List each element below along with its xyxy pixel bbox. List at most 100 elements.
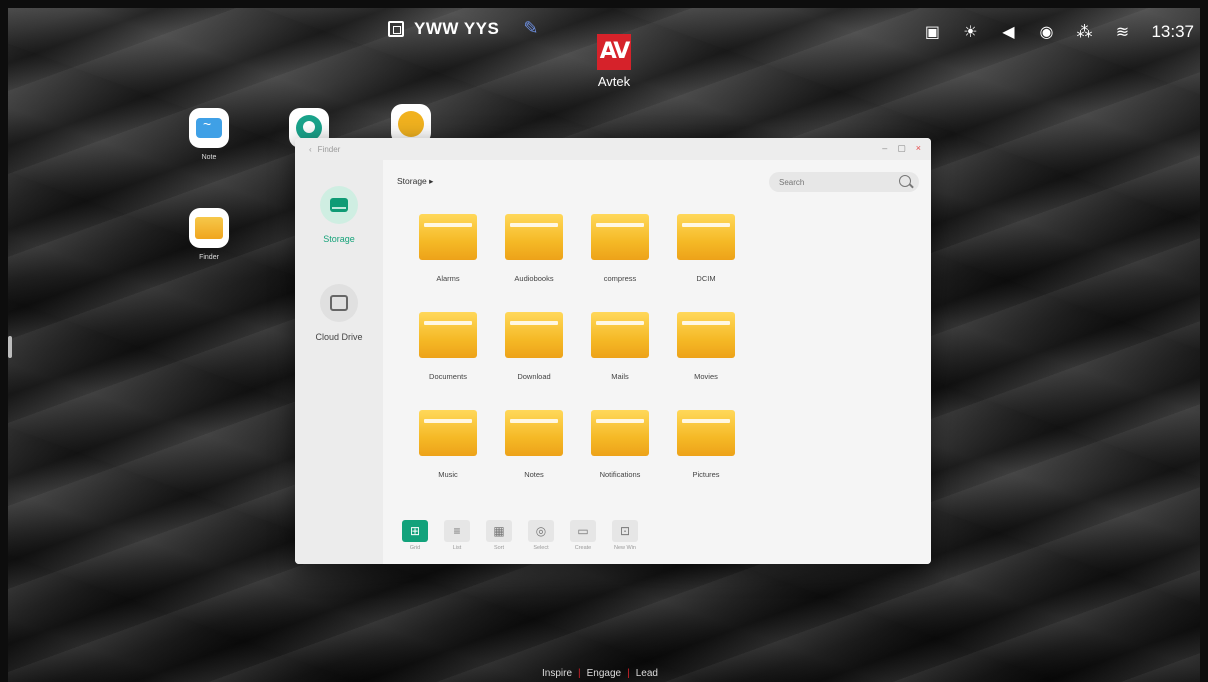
folder-label: compress: [603, 274, 637, 283]
logo-wordmark: Avtek: [597, 74, 631, 89]
tagline-separator: |: [578, 668, 581, 679]
sidebar-item-cloud-drive[interactable]: Cloud Drive: [295, 284, 383, 342]
folder-item[interactable]: Audiobooks: [491, 214, 577, 312]
tool-label: Create: [574, 545, 592, 551]
grid-view-button[interactable]: ⊞ Grid: [397, 520, 433, 562]
create-folder-icon: ▭: [570, 520, 596, 542]
folder-icon: [505, 410, 563, 456]
folder-item[interactable]: DCIM: [663, 214, 749, 312]
side-drawer-handle[interactable]: [8, 336, 12, 358]
sidebar-item-storage[interactable]: Storage: [295, 186, 383, 244]
desktop-icon-label: Note: [201, 154, 217, 161]
folder-icon: [419, 312, 477, 358]
folder-grid: Alarms Audiobooks compress DCIM Document…: [405, 214, 765, 532]
create-folder-button[interactable]: ▭ Create: [565, 520, 601, 562]
sort-icon: ▦: [486, 520, 512, 542]
folder-label: Notifications: [599, 470, 641, 479]
network-icon[interactable]: ⁂: [1075, 23, 1093, 41]
maximize-icon[interactable]: ▢: [897, 143, 906, 154]
folder-icon: [419, 410, 477, 456]
select-button[interactable]: ◎ Select: [523, 520, 559, 562]
folder-label: Pictures: [692, 470, 720, 479]
back-chevron-icon[interactable]: ‹: [309, 145, 312, 154]
folder-label: Movies: [694, 372, 718, 381]
list-view-button[interactable]: ≡ List: [439, 520, 475, 562]
folder-icon: [505, 214, 563, 260]
tagline-separator: |: [627, 668, 630, 679]
folder-icon: [591, 312, 649, 358]
folder-label: Download: [517, 372, 551, 381]
device-name-area: YWW YYS ✎: [388, 18, 538, 39]
folder-label: Audiobooks: [514, 274, 554, 283]
folder-item[interactable]: Movies: [663, 312, 749, 410]
folder-label: Music: [438, 470, 458, 479]
breadcrumb[interactable]: Storage ▸: [397, 176, 433, 187]
folder-item[interactable]: Mails: [577, 312, 663, 410]
sort-button[interactable]: ▦ Sort: [481, 520, 517, 562]
folder-label: DCIM: [696, 274, 716, 283]
folder-icon: [677, 410, 735, 456]
select-icon: ◎: [528, 520, 554, 542]
note-app-icon: [189, 108, 229, 148]
edit-pencil-icon[interactable]: ✎: [523, 18, 538, 39]
folder-item[interactable]: Music: [405, 410, 491, 508]
folder-icon: [419, 214, 477, 260]
tool-label: Select: [533, 545, 549, 551]
folder-item[interactable]: compress: [577, 214, 663, 312]
folder-label: Notes: [524, 470, 544, 479]
brand-logo: AV Avtek: [588, 34, 640, 89]
search-icon[interactable]: [899, 175, 911, 187]
sidebar-item-label: Storage: [323, 234, 355, 244]
finder-content: Storage ▸ Alarms Audiobooks compress DCI…: [383, 160, 931, 564]
window-controls: – ▢ ×: [882, 143, 921, 154]
storage-icon: [320, 186, 358, 224]
folder-item[interactable]: Notes: [491, 410, 577, 508]
folder-label: Alarms: [436, 274, 460, 283]
finder-titlebar[interactable]: ‹ Finder: [295, 138, 931, 160]
folder-icon: [677, 214, 735, 260]
logo-mark: AV: [597, 34, 631, 70]
desktop-icon-label: Finder: [199, 254, 219, 261]
tagline: Inspire | Engage | Lead: [542, 668, 658, 679]
tool-label: Grid: [409, 545, 421, 551]
minimize-icon[interactable]: –: [882, 143, 887, 154]
tagline-word: Lead: [635, 668, 658, 679]
device-name: YWW YYS: [414, 18, 500, 38]
finder-toolbar: ⊞ Grid ≡ List ▦ Sort ◎ Select ▭ Create ⊡ New W…: [397, 520, 643, 562]
clock: 13:37: [1151, 22, 1194, 41]
folder-item[interactable]: Pictures: [663, 410, 749, 508]
wifi-icon[interactable]: ≋: [1113, 23, 1131, 41]
cloud-drive-icon: [320, 284, 358, 322]
tool-label: List: [452, 545, 462, 551]
eye-care-icon[interactable]: ◉: [1037, 23, 1055, 41]
finder-app-icon: [189, 208, 229, 248]
desktop-icon-note[interactable]: Note: [184, 108, 234, 161]
new-window-button[interactable]: ⊡ New Win: [607, 520, 643, 562]
folder-icon: [505, 312, 563, 358]
folder-item[interactable]: Notifications: [577, 410, 663, 508]
volume-icon[interactable]: ◀: [999, 23, 1017, 41]
close-icon[interactable]: ×: [916, 143, 921, 154]
folder-item[interactable]: Alarms: [405, 214, 491, 312]
tool-label: New Win: [613, 545, 636, 551]
finder-window: ‹ Finder – ▢ × Storage Cloud Drive Stora…: [295, 138, 931, 564]
brightness-icon[interactable]: ☀: [961, 23, 979, 41]
folder-item[interactable]: Documents: [405, 312, 491, 410]
folder-label: Mails: [611, 372, 629, 381]
search-input[interactable]: [769, 172, 889, 193]
search-box[interactable]: [769, 172, 919, 193]
list-icon: ≡: [444, 520, 470, 542]
screen-share-icon[interactable]: ▣: [923, 23, 941, 41]
status-bar: ▣ ☀ ◀ ◉ ⁂ ≋ 13:37: [923, 22, 1194, 42]
tool-label: Sort: [493, 545, 505, 551]
folder-icon: [591, 214, 649, 260]
tagline-word: Inspire: [542, 668, 573, 679]
sidebar-item-label: Cloud Drive: [315, 332, 363, 342]
grid-icon: ⊞: [402, 520, 428, 542]
window-title: Finder: [317, 144, 341, 154]
folder-icon: [591, 410, 649, 456]
desktop-icon-finder[interactable]: Finder: [184, 208, 234, 261]
finder-sidebar: Storage Cloud Drive: [295, 160, 383, 564]
folder-item[interactable]: Download: [491, 312, 577, 410]
folder-icon: [677, 312, 735, 358]
